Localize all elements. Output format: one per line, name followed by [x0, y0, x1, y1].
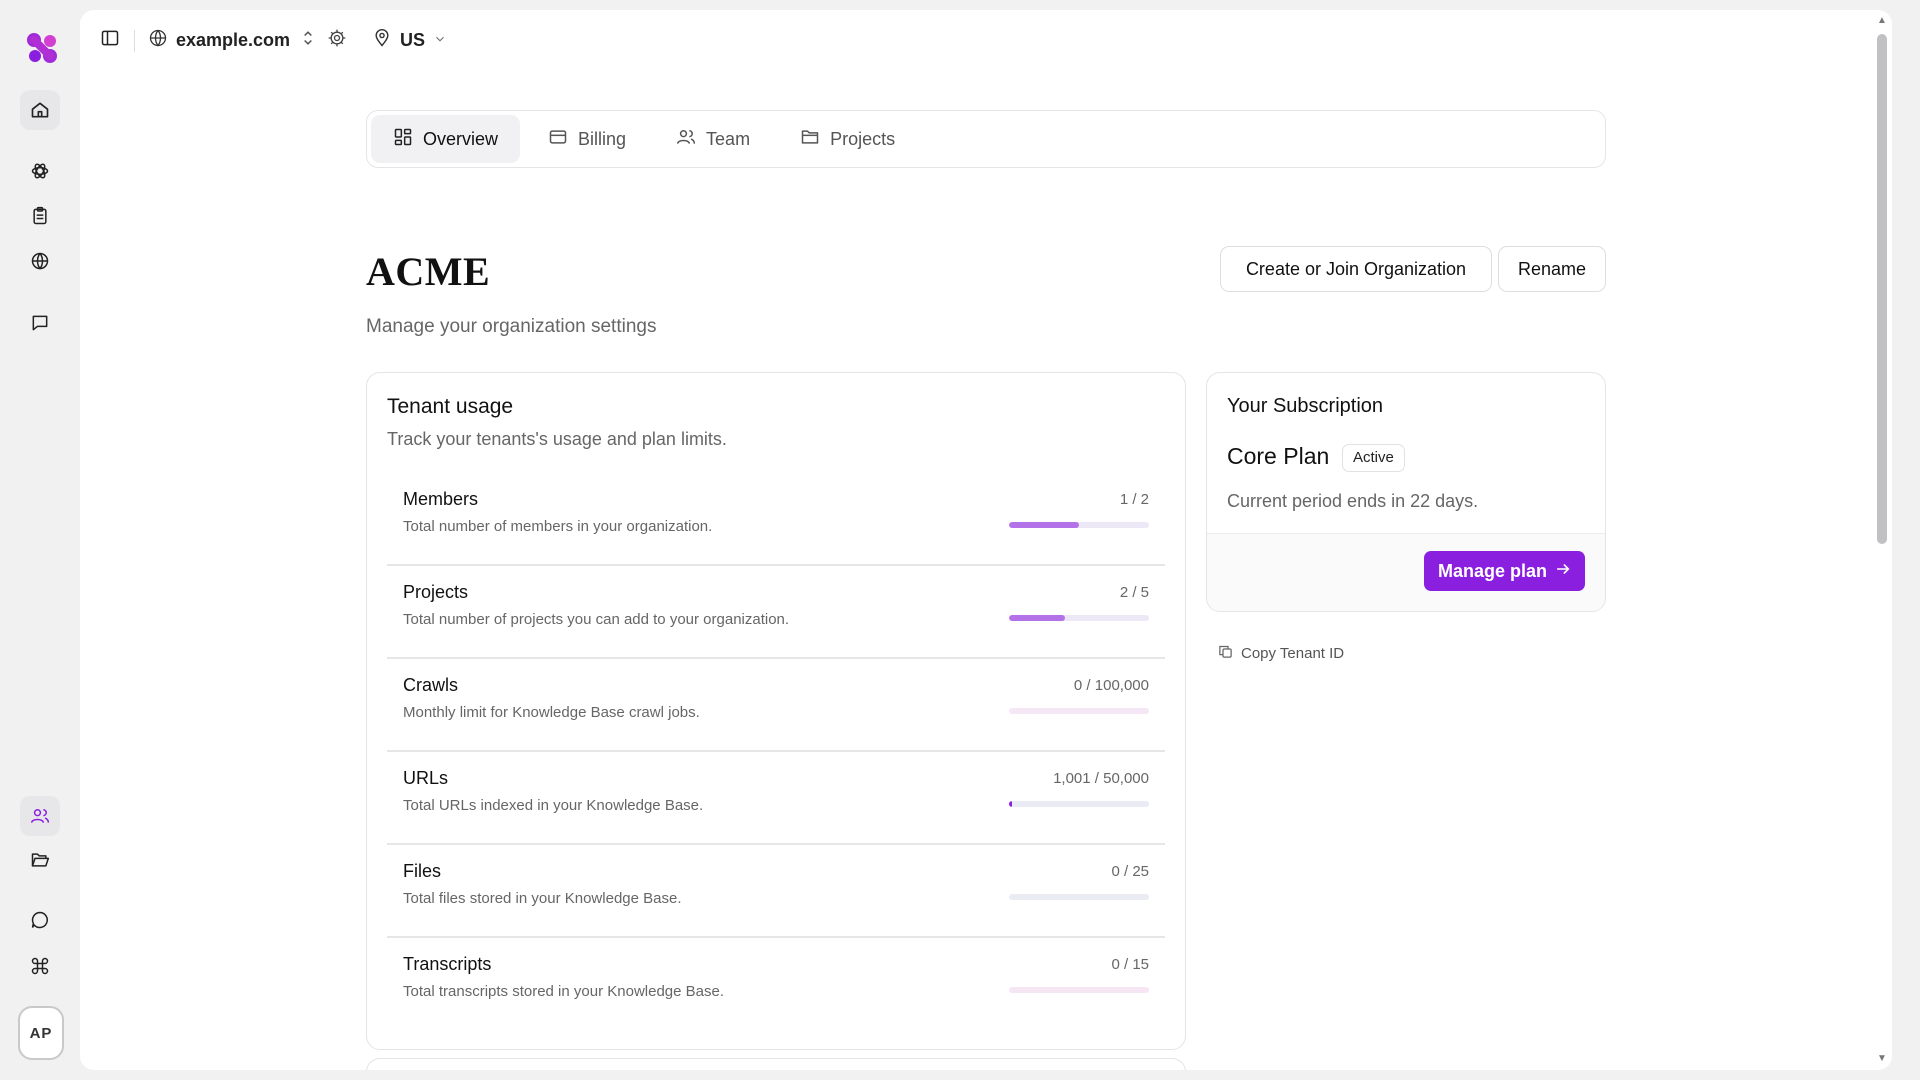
usage-name: Crawls [403, 675, 459, 695]
tab-projects[interactable]: Projects [778, 115, 917, 163]
subscription-card: Your Subscription Core Plan Active Curre… [1206, 372, 1606, 612]
period-text: Current period ends in 22 days. [1227, 491, 1479, 511]
usage-progress-bar [1009, 801, 1149, 807]
home-icon[interactable] [20, 90, 60, 130]
vertical-scrollbar[interactable]: ▲ ▼ [1872, 10, 1892, 1070]
tenant-usage-card: Tenant usage Track your tenants's usage … [366, 372, 1186, 1050]
plan-name: Core Plan [1227, 443, 1330, 469]
manage-plan-button[interactable]: Manage plan [1423, 551, 1585, 591]
usage-count: 1 / 2 [1119, 491, 1149, 508]
site-selector[interactable]: example.com [148, 28, 318, 53]
site-name: example.com [176, 30, 291, 50]
copy-icon [1218, 644, 1233, 663]
usage-description: Total number of projects you can add to … [403, 611, 790, 628]
credit-card-icon [548, 127, 568, 152]
settings-tabs: Overview Billing Team Projects [366, 110, 1606, 168]
scroll-thumb[interactable] [1877, 34, 1887, 544]
usage-row-files: Files Total files stored in your Knowled… [387, 845, 1165, 938]
sidebar-toggle-icon[interactable] [100, 28, 120, 48]
usage-description: Total number of members in your organiza… [403, 518, 713, 535]
rename-button[interactable]: Rename [1498, 246, 1606, 292]
usage-name: Members [403, 489, 479, 509]
chevron-up-down-icon [298, 28, 318, 53]
region-label: US [400, 30, 426, 50]
usage-progress-fill [1009, 615, 1065, 621]
usage-row-projects: Projects Total number of projects you ca… [387, 566, 1165, 659]
usage-row-transcripts: Transcripts Total transcripts stored in … [387, 938, 1165, 1031]
page-subtitle: Manage your organization settings [366, 316, 657, 337]
region-selector[interactable]: US [372, 28, 447, 53]
card-footer: Manage plan [1207, 533, 1605, 611]
tab-label: Billing [578, 128, 627, 149]
usage-count: 0 / 15 [1111, 956, 1149, 973]
usage-count: 1,001 / 50,000 [1053, 770, 1149, 787]
top-bar: example.com US [80, 10, 1892, 70]
usage-description: Monthly limit for Knowledge Base crawl j… [403, 704, 700, 721]
usage-description: Total URLs indexed in your Knowledge Bas… [403, 797, 704, 814]
grid-icon [393, 127, 413, 152]
usage-progress-fill [1009, 522, 1079, 528]
main-panel: example.com US Overview Billing Team Pro… [80, 10, 1892, 1070]
usage-name: Transcripts [403, 954, 492, 974]
message-square-icon[interactable] [20, 303, 60, 343]
next-card [366, 1058, 1186, 1070]
status-badge: Active [1342, 444, 1405, 472]
user-avatar[interactable]: AP [18, 1006, 64, 1060]
usage-progress-bar [1009, 987, 1149, 993]
usage-row-crawls: Crawls Monthly limit for Knowledge Base … [387, 659, 1165, 752]
chevron-down-icon [433, 30, 447, 51]
app-logo-icon[interactable] [24, 30, 60, 66]
tab-label: Projects [830, 128, 896, 149]
usage-count: 2 / 5 [1119, 584, 1149, 601]
usage-count: 0 / 100,000 [1073, 677, 1149, 694]
folder-open-icon[interactable] [20, 840, 60, 880]
tab-label: Team [706, 128, 751, 149]
usage-name: Projects [403, 582, 469, 602]
folder-icon [800, 127, 820, 152]
settings-icon[interactable] [327, 28, 347, 48]
copy-tenant-label: Copy Tenant ID [1241, 645, 1345, 662]
scroll-down-icon[interactable]: ▼ [1877, 1054, 1887, 1064]
chat-bubble-icon[interactable] [20, 900, 60, 940]
users-icon [676, 127, 696, 152]
card-title: Tenant usage [387, 395, 514, 418]
page-title: ACME [366, 249, 491, 294]
usage-progress-bar [1009, 615, 1149, 621]
atom-icon[interactable] [20, 151, 60, 191]
tab-label: Overview [423, 128, 499, 149]
globe-icon[interactable] [20, 241, 60, 281]
usage-description: Total files stored in your Knowledge Bas… [403, 890, 682, 907]
usage-progress-bar [1009, 894, 1149, 900]
divider [134, 30, 135, 52]
button-label: Manage plan [1437, 560, 1547, 581]
usage-description: Total transcripts stored in your Knowled… [403, 983, 724, 1000]
clipboard-icon[interactable] [20, 196, 60, 236]
usage-name: URLs [403, 768, 449, 788]
usage-progress-fill [1009, 801, 1012, 807]
usage-name: Files [403, 861, 442, 881]
create-join-organization-button[interactable]: Create or Join Organization [1220, 246, 1492, 292]
usage-row-members: Members Total number of members in your … [387, 473, 1165, 566]
command-icon[interactable] [20, 946, 60, 986]
left-rail: AP [0, 0, 80, 1080]
users-icon[interactable] [20, 796, 60, 836]
usage-count: 0 / 25 [1111, 863, 1149, 880]
usage-progress-bar [1009, 708, 1149, 714]
tab-billing[interactable]: Billing [526, 115, 648, 163]
usage-progress-bar [1009, 522, 1149, 528]
copy-tenant-id-button[interactable]: Copy Tenant ID [1218, 644, 1344, 663]
tab-team[interactable]: Team [654, 115, 772, 163]
globe-icon [148, 28, 168, 53]
tab-overview[interactable]: Overview [371, 115, 521, 163]
usage-row-urls: URLs Total URLs indexed in your Knowledg… [387, 752, 1165, 845]
card-description: Track your tenants's usage and plan limi… [387, 429, 727, 449]
scroll-up-icon[interactable]: ▲ [1877, 16, 1887, 26]
map-pin-icon [372, 28, 392, 53]
card-title: Your Subscription [1227, 395, 1384, 417]
arrow-right-icon [1555, 561, 1571, 582]
